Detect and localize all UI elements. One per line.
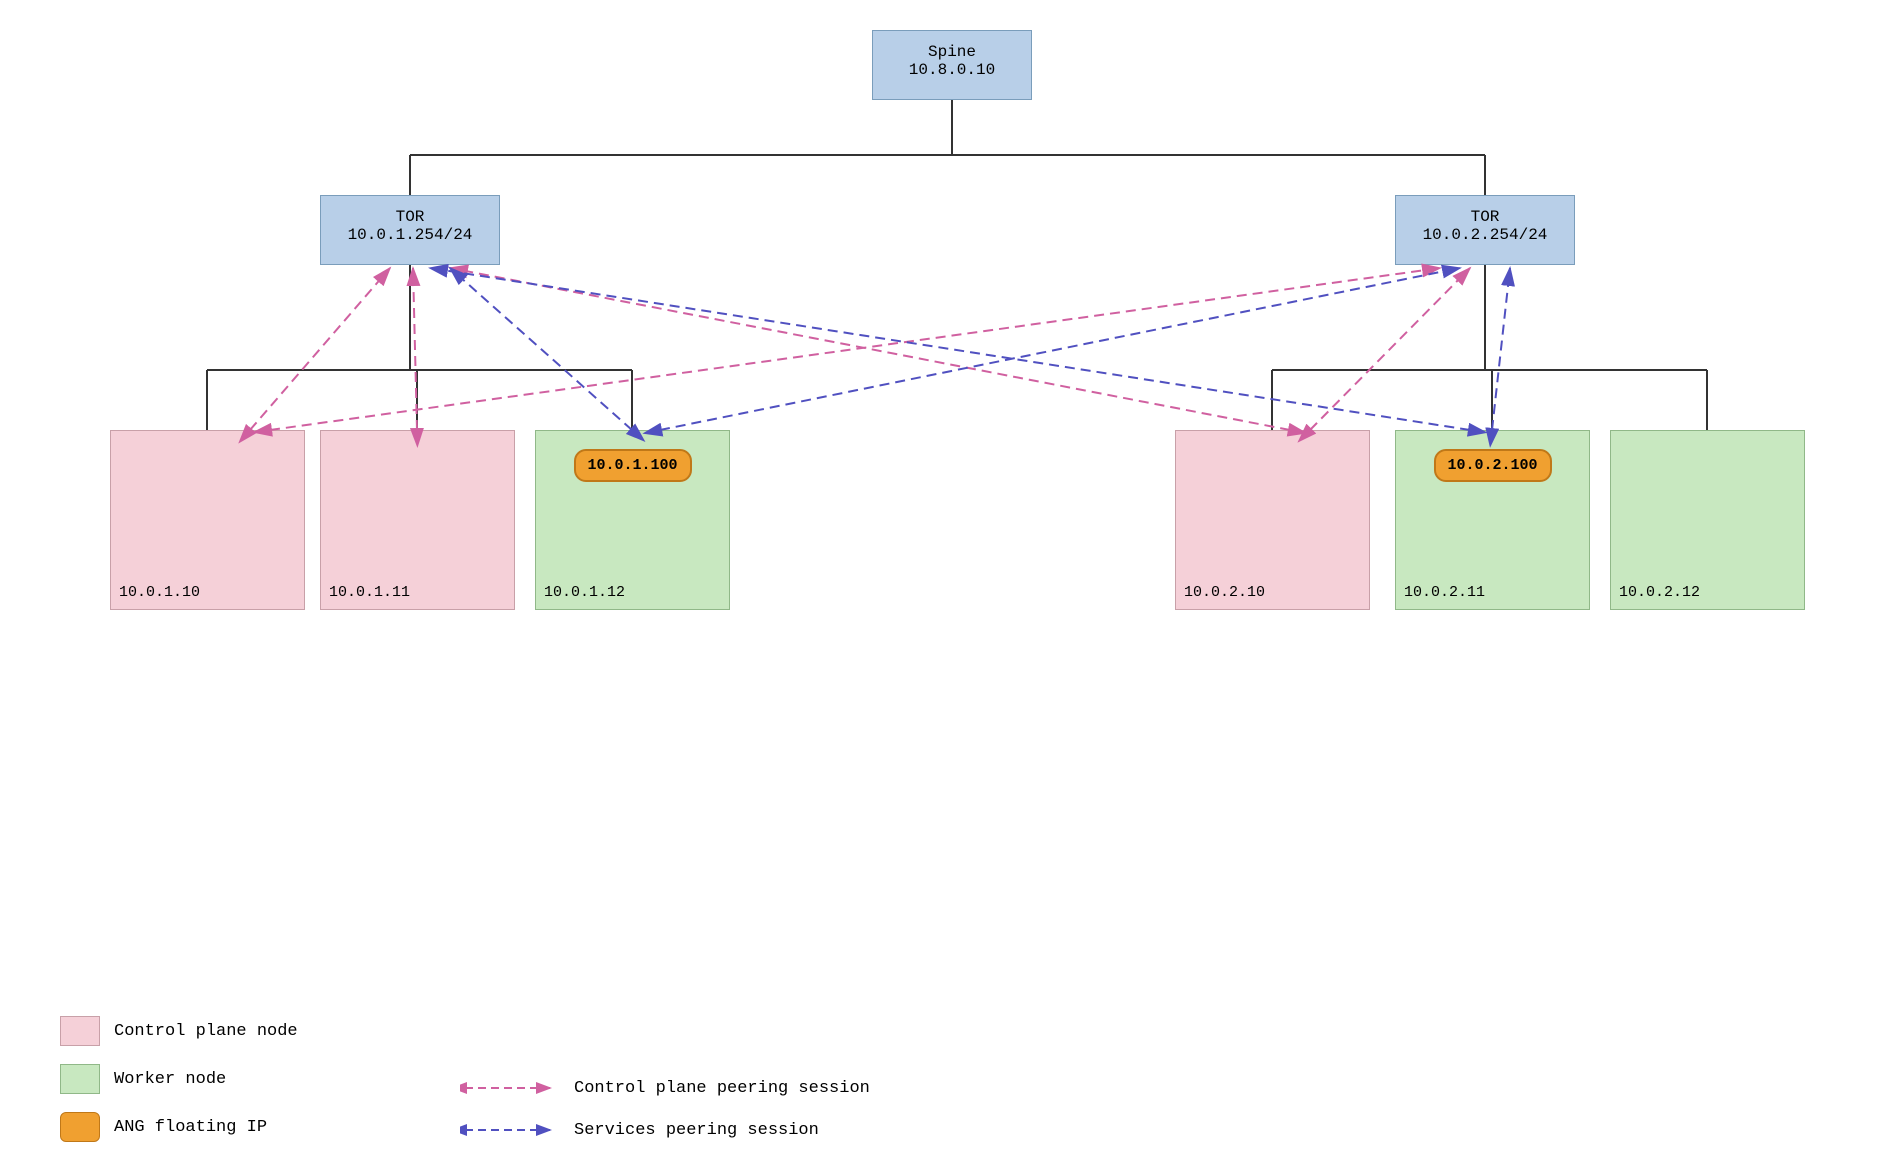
- legend-worker-box: [60, 1064, 100, 1094]
- tor-left-node: TOR 10.0.1.254/24: [320, 195, 500, 265]
- node-5: 10.0.2.100 10.0.2.11: [1395, 430, 1590, 610]
- tor-right-ip: 10.0.2.254/24: [1423, 226, 1548, 244]
- legend-worker-label: Worker node: [114, 1070, 226, 1089]
- spine-label: Spine: [928, 43, 976, 61]
- floating-ip-2: 10.0.2.100: [1433, 449, 1551, 482]
- legend-svc-arrow: [460, 1118, 560, 1142]
- spine-ip: 10.8.0.10: [909, 61, 995, 79]
- tor-right-node: TOR 10.0.2.254/24: [1395, 195, 1575, 265]
- tor-right-label: TOR: [1471, 208, 1500, 226]
- node-1-ip: 10.0.1.10: [119, 584, 200, 601]
- diagram: Spine 10.8.0.10 TOR 10.0.1.254/24 TOR 10…: [0, 0, 1904, 1172]
- legend-control-box: [60, 1016, 100, 1046]
- node-6: 10.0.2.12: [1610, 430, 1805, 610]
- legend-svc-peering-label: Services peering session: [574, 1121, 819, 1140]
- node-5-ip: 10.0.2.11: [1404, 584, 1485, 601]
- node-3-ip: 10.0.1.12: [544, 584, 625, 601]
- legend-floating-box: [60, 1112, 100, 1142]
- legend-floating-label: ANG floating IP: [114, 1118, 267, 1137]
- legend-arrows: Control plane peering session Services p…: [460, 1076, 870, 1142]
- tor-left-label: TOR: [396, 208, 425, 226]
- legend-control-plane: Control plane node: [60, 1016, 298, 1046]
- node-2: 10.0.1.11: [320, 430, 515, 610]
- spine-node: Spine 10.8.0.10: [872, 30, 1032, 100]
- tor-left-ip: 10.0.1.254/24: [348, 226, 473, 244]
- legend-floating: ANG floating IP: [60, 1112, 298, 1142]
- node-4: 10.0.2.10: [1175, 430, 1370, 610]
- legend: Control plane node Worker node ANG float…: [60, 1016, 298, 1142]
- legend-cp-peering: Control plane peering session: [460, 1076, 870, 1100]
- node-2-ip: 10.0.1.11: [329, 584, 410, 601]
- floating-ip-1: 10.0.1.100: [573, 449, 691, 482]
- legend-cp-arrow: [460, 1076, 560, 1100]
- node-1: 10.0.1.10: [110, 430, 305, 610]
- node-6-ip: 10.0.2.12: [1619, 584, 1700, 601]
- node-3: 10.0.1.100 10.0.1.12: [535, 430, 730, 610]
- legend-worker: Worker node: [60, 1064, 298, 1094]
- legend-control-label: Control plane node: [114, 1022, 298, 1041]
- legend-cp-peering-label: Control plane peering session: [574, 1079, 870, 1098]
- node-4-ip: 10.0.2.10: [1184, 584, 1265, 601]
- legend-svc-peering: Services peering session: [460, 1118, 870, 1142]
